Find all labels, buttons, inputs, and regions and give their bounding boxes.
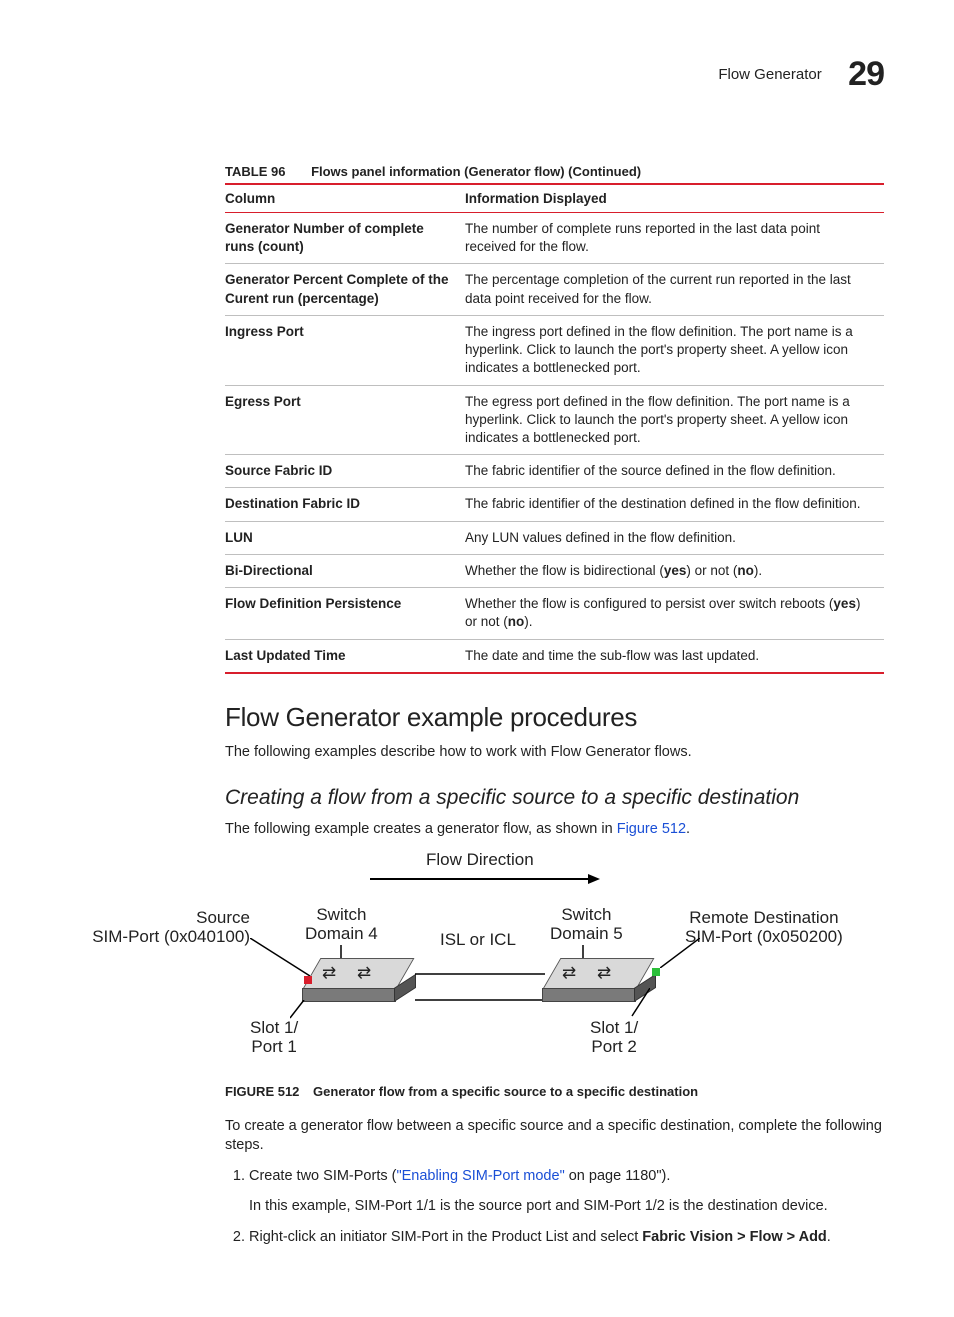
sim-port-mode-link[interactable]: "Enabling SIM-Port mode" [396,1168,564,1184]
para-steps-intro: To create a generator flow between a spe… [225,1117,884,1156]
table-row: Generator Number of complete runs (count… [225,213,884,264]
step-2: Right-click an initiator SIM-Port in the… [249,1227,884,1247]
row-info: The fabric identifier of the destination… [465,488,884,521]
para-example: The following example creates a generato… [225,820,884,840]
source-leader-line [250,938,310,978]
row-info: The ingress port defined in the flow def… [465,315,884,385]
table-row: Bi-Directional Whether the flow is bidir… [225,554,884,587]
table-row: Egress Port The egress port defined in t… [225,385,884,455]
isl-lines-icon [415,970,545,1004]
table-label: TABLE 96 [225,164,285,179]
row-info: The egress port defined in the flow defi… [465,385,884,455]
row-info: The number of complete runs reported in … [465,213,884,264]
table-row: Destination Fabric ID The fabric identif… [225,488,884,521]
row-info: Whether the flow is bidirectional (yes) … [465,554,884,587]
table-row: Generator Percent Complete of the Curent… [225,264,884,315]
section-label: Flow Generator [718,66,821,83]
table-head-column: Column [225,184,465,213]
row-info: Whether the flow is configured to persis… [465,588,884,639]
slot2-leader-line [630,988,650,1018]
table-row: Ingress Port The ingress port defined in… [225,315,884,385]
slot1-label: Slot 1/ Port 1 [250,1018,298,1057]
source-label: Source SIM-Port (0x040100) [70,908,250,947]
step-1: Create two SIM-Ports ("Enabling SIM-Port… [249,1166,884,1217]
slot2-label: Slot 1/ Port 2 [590,1018,638,1057]
figure-label: FIGURE 512 [225,1084,299,1099]
menu-path: Fabric Vision > Flow > Add [642,1229,827,1245]
heading-procedures: Flow Generator example procedures [225,702,884,733]
row-info: Any LUN values defined in the flow defin… [465,521,884,554]
row-col: Ingress Port [225,315,465,385]
switch5-label: Switch Domain 5 [550,905,623,944]
para-intro: The following examples describe how to w… [225,743,884,763]
row-info: The fabric identifier of the source defi… [465,455,884,488]
flow-direction-arrow-icon [370,872,600,886]
table-row: Source Fabric ID The fabric identifier o… [225,455,884,488]
table-row: Flow Definition Persistence Whether the … [225,588,884,639]
figure-caption: FIGURE 512 Generator flow from a specifi… [225,1084,884,1099]
figure-link[interactable]: Figure 512 [617,821,686,837]
isl-label: ISL or ICL [440,930,516,950]
row-col: Egress Port [225,385,465,455]
source-port-dot-icon [304,976,312,984]
row-col: Bi-Directional [225,554,465,587]
row-col: Last Updated Time [225,639,465,673]
switch4-label: Switch Domain 4 [305,905,378,944]
switch4-icon: ⇄ ⇄ [302,958,412,1000]
heading-creating-flow: Creating a flow from a specific source t… [225,786,884,810]
row-col: Source Fabric ID [225,455,465,488]
table-title: Flows panel information (Generator flow)… [311,164,641,179]
flows-panel-table: Column Information Displayed Generator N… [225,183,884,674]
row-col: LUN [225,521,465,554]
row-col: Generator Number of complete runs (count… [225,213,465,264]
table-caption: TABLE 96 Flows panel information (Genera… [225,164,884,179]
row-info: The date and time the sub-flow was last … [465,639,884,673]
page-header: Flow Generator 29 [70,55,884,94]
chapter-number: 29 [848,55,884,93]
dest-port-dot-icon [652,968,660,976]
figure-title: Generator flow from a specific source to… [313,1084,698,1099]
table-head-info: Information Displayed [465,184,884,213]
row-col: Destination Fabric ID [225,488,465,521]
row-col: Flow Definition Persistence [225,588,465,639]
step-1-detail: In this example, SIM-Port 1/1 is the sou… [249,1196,884,1216]
table-row: LUN Any LUN values defined in the flow d… [225,521,884,554]
flow-direction-label: Flow Direction [426,850,534,870]
destination-label: Remote Destination SIM-Port (0x050200) [685,908,843,947]
slot1-leader-line [290,1000,310,1020]
table-row: Last Updated Time The date and time the … [225,639,884,673]
dest-leader-line [660,938,700,968]
row-info: The percentage completion of the current… [465,264,884,315]
flow-diagram: Flow Direction Source SIM-Port (0x040100… [70,850,884,1080]
row-col: Generator Percent Complete of the Curent… [225,264,465,315]
